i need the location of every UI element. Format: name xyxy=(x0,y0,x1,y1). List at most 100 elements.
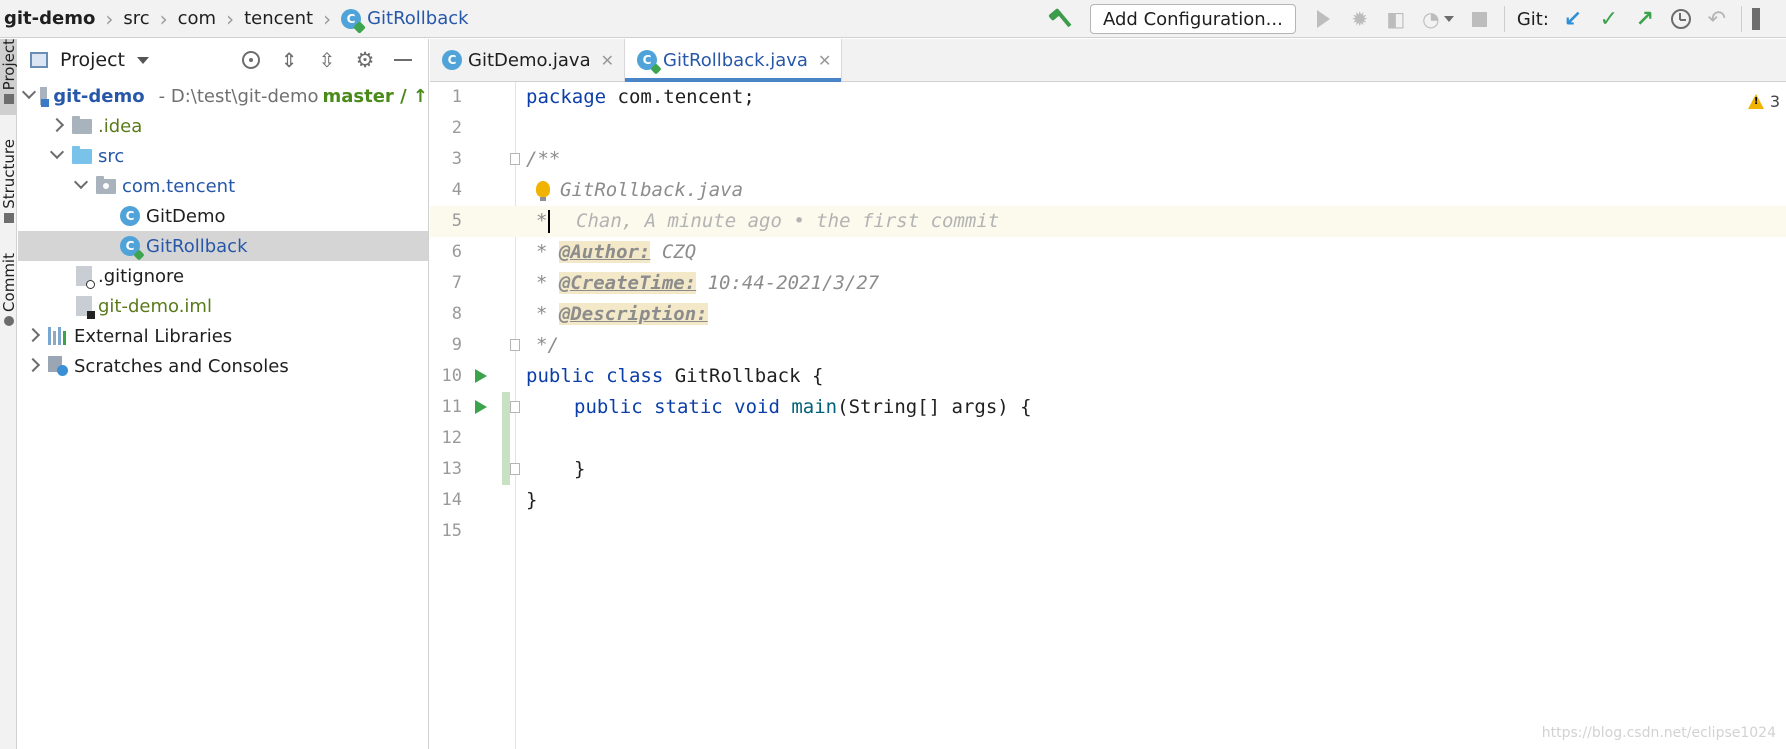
code-line: 4 GitRollback.java xyxy=(430,175,1786,206)
tab-gitrollback-java[interactable]: C GitRollback.java ✕ xyxy=(625,39,843,82)
chevron-right-icon[interactable] xyxy=(24,328,42,344)
coverage-button[interactable]: ◧ xyxy=(1378,0,1414,38)
watermark: https://blog.csdn.net/eclipse1024 xyxy=(1541,725,1776,741)
tab-structure-toolwindow[interactable]: Structure xyxy=(0,139,18,235)
tree-item-iml[interactable]: git-demo.iml xyxy=(18,291,428,321)
close-icon[interactable]: ✕ xyxy=(601,51,614,70)
tab-project-toolwindow[interactable]: Project xyxy=(0,39,18,115)
java-class-icon: C xyxy=(442,50,462,70)
profile-button[interactable]: ◔ xyxy=(1414,0,1462,38)
locate-file-button[interactable] xyxy=(232,39,270,81)
build-button[interactable] xyxy=(1040,0,1076,38)
code-line: 1 package com.tencent; xyxy=(430,82,1786,113)
code-line: 3 /** xyxy=(430,144,1786,175)
structure-icon xyxy=(3,212,14,223)
fold-icon[interactable] xyxy=(510,401,520,413)
java-class-icon: C xyxy=(120,236,145,261)
breadcrumb-separator-icon: › xyxy=(323,6,332,31)
tree-item-gitignore[interactable]: .gitignore xyxy=(18,261,428,291)
inspection-widget[interactable]: 3 xyxy=(1747,92,1780,111)
tab-commit-toolwindow[interactable]: Commit xyxy=(0,253,18,333)
breadcrumb-tencent[interactable]: tencent xyxy=(244,8,313,29)
tree-item-external-libraries[interactable]: External Libraries xyxy=(18,321,428,351)
tree-item-gitrollback[interactable]: C GitRollback xyxy=(18,231,428,261)
git-commit-button[interactable]: ✓ xyxy=(1591,0,1627,38)
breadcrumb-src[interactable]: src xyxy=(123,8,149,29)
hide-panel-button[interactable] xyxy=(384,39,422,81)
tree-item-gitdemo[interactable]: C GitDemo xyxy=(18,201,428,231)
tree-item-label: .idea xyxy=(98,115,143,137)
search-everywhere-icon[interactable] xyxy=(1751,8,1760,30)
line-number: 13 xyxy=(441,459,462,479)
add-configuration-button[interactable]: Add Configuration... xyxy=(1090,4,1296,34)
close-icon[interactable]: ✕ xyxy=(818,51,831,70)
tree-item-scratches[interactable]: Scratches and Consoles xyxy=(18,351,428,381)
chevron-right-icon[interactable] xyxy=(24,358,42,374)
code-text: */ xyxy=(536,334,559,356)
git-rollback-button[interactable]: ↶ xyxy=(1699,0,1735,38)
debug-button[interactable]: ✹ xyxy=(1342,0,1378,38)
fold-icon[interactable] xyxy=(510,463,520,475)
stop-button[interactable] xyxy=(1462,0,1498,38)
gear-icon: ⚙ xyxy=(355,48,375,72)
git-rollback-icon: ↶ xyxy=(1707,6,1727,32)
warning-icon xyxy=(1747,94,1764,109)
code-line: 11 public static void main(String[] args… xyxy=(430,392,1786,485)
fold-icon[interactable] xyxy=(510,339,520,351)
tab-gitdemo-java[interactable]: C GitDemo.java ✕ xyxy=(430,39,626,81)
tree-item-root[interactable]: git-demo - D:\test\git-demo master / ↑ xyxy=(18,81,428,111)
hammer-icon xyxy=(1047,8,1069,30)
run-main-icon[interactable] xyxy=(475,400,487,414)
collapse-all-button[interactable]: ⇳ xyxy=(308,39,346,81)
expand-all-button[interactable]: ⇕ xyxy=(270,39,308,81)
tree-item-label: Scratches and Consoles xyxy=(74,355,289,377)
code-line: 10 public class GitRollback { xyxy=(430,361,1786,392)
commit-icon xyxy=(3,315,14,326)
git-update-icon: ↙ xyxy=(1563,6,1583,32)
code-line: 6 * @Author: CZQ xyxy=(430,237,1786,268)
collapse-all-icon: ⇳ xyxy=(318,48,336,72)
chevron-down-icon[interactable] xyxy=(48,147,66,165)
breadcrumb-project[interactable]: git-demo xyxy=(4,8,95,29)
coverage-icon: ◧ xyxy=(1386,7,1406,31)
line-number: 1 xyxy=(451,87,462,107)
settings-button[interactable]: ⚙ xyxy=(346,39,384,81)
chevron-down-icon[interactable] xyxy=(24,87,34,105)
code-line: 14 } xyxy=(430,485,1786,516)
git-push-button[interactable]: ↗ xyxy=(1627,0,1663,38)
git-blame-annotation: Chan, A minute ago • the first commit xyxy=(576,210,1000,232)
code-text: public class GitRollback { xyxy=(526,365,824,387)
chevron-down-icon[interactable] xyxy=(72,177,90,195)
tree-item-label: git-demo.iml xyxy=(98,295,212,317)
tree-item-src[interactable]: src xyxy=(18,141,428,171)
fold-icon[interactable] xyxy=(510,153,520,165)
run-icon xyxy=(1317,10,1331,28)
line-number: 10 xyxy=(441,366,462,386)
tree-item-label: External Libraries xyxy=(74,325,233,347)
breadcrumb-com[interactable]: com xyxy=(178,8,216,29)
tree-item-label: .gitignore xyxy=(98,265,185,287)
run-class-icon[interactable] xyxy=(475,369,487,383)
lightbulb-icon[interactable] xyxy=(536,181,550,201)
breadcrumb-separator-icon: › xyxy=(226,6,235,31)
code-text: * @CreateTime: 10:44-2021/3/27 xyxy=(536,272,880,294)
line-number: 15 xyxy=(441,521,462,541)
debug-icon: ✹ xyxy=(1351,7,1369,31)
git-update-button[interactable]: ↙ xyxy=(1555,0,1591,38)
breadcrumb-class[interactable]: GitRollback xyxy=(367,8,469,29)
breadcrumb: git-demo › src › com › tencent › C GitRo… xyxy=(0,0,469,38)
code-editor[interactable]: 1 package com.tencent; 2 3 /** 4 GitRoll… xyxy=(430,82,1786,749)
chevron-right-icon[interactable] xyxy=(48,118,66,134)
text-caret xyxy=(548,210,550,233)
chevron-down-icon[interactable] xyxy=(137,56,150,64)
package-icon xyxy=(96,175,116,194)
module-file-icon xyxy=(76,296,95,319)
git-history-button[interactable] xyxy=(1663,0,1699,38)
tree-item-package[interactable]: com.tencent xyxy=(18,171,428,201)
tab-label: GitDemo.java xyxy=(468,49,591,71)
run-button[interactable] xyxy=(1306,0,1342,38)
code-line: 13 } xyxy=(430,454,1786,485)
project-panel-title[interactable]: Project xyxy=(60,49,125,71)
tree-item-idea[interactable]: .idea xyxy=(18,111,428,141)
minimize-icon xyxy=(394,59,412,61)
